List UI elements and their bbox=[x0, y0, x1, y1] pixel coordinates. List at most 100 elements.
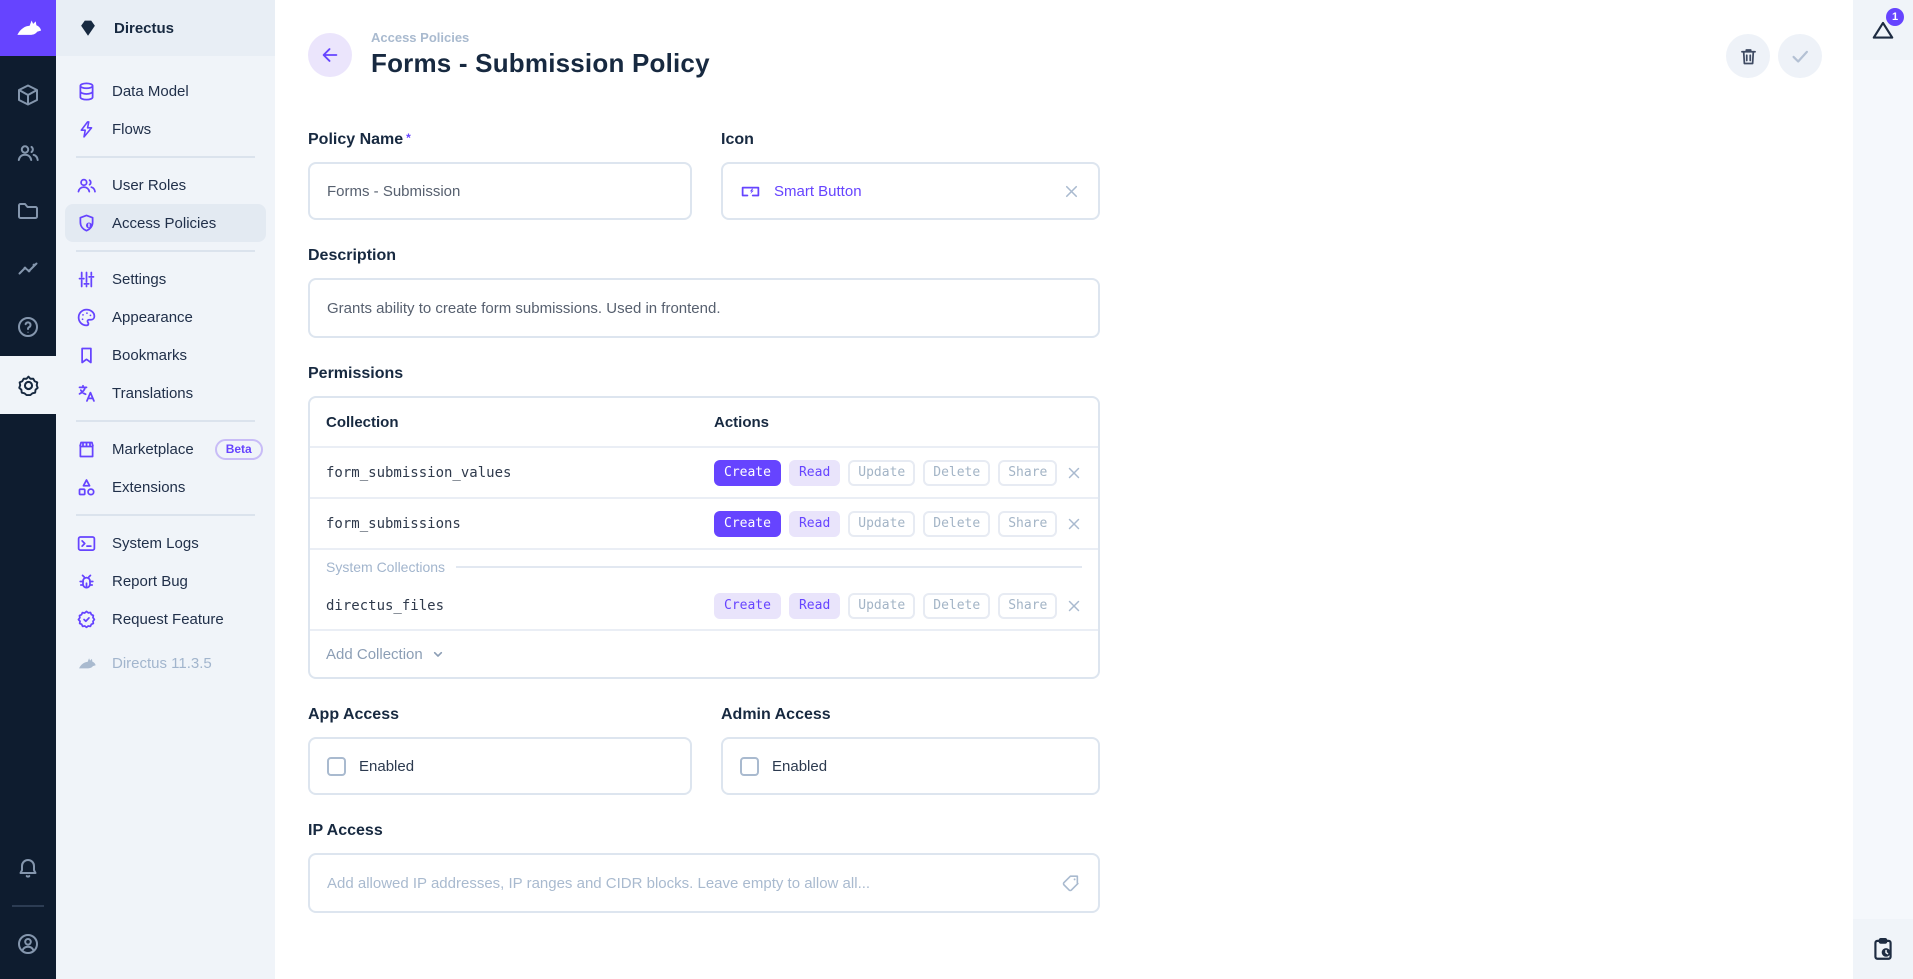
sidebar-item-bookmarks[interactable]: Bookmarks bbox=[65, 336, 266, 374]
nav-divider bbox=[76, 250, 255, 252]
admin-access-checkbox-field[interactable]: Enabled bbox=[721, 737, 1100, 795]
app-access-field: App Access Enabled bbox=[308, 706, 692, 795]
sidebar-item-translations[interactable]: Translations bbox=[65, 374, 266, 412]
description-input[interactable]: Grants ability to create form submission… bbox=[308, 278, 1100, 338]
pending-tasks-button[interactable] bbox=[1853, 919, 1913, 979]
folder-icon[interactable] bbox=[0, 182, 56, 240]
main-content: Access Policies Forms - Submission Polic… bbox=[275, 0, 1853, 979]
version-label: Directus 11.3.5 bbox=[112, 655, 212, 672]
account-icon[interactable] bbox=[0, 915, 56, 973]
insights-icon[interactable] bbox=[0, 240, 56, 298]
action-toggle-delete[interactable]: Delete bbox=[923, 460, 990, 486]
chevron-down-icon bbox=[430, 646, 446, 662]
directus-rabbit-small-icon bbox=[76, 653, 97, 674]
notifications-button[interactable]: 1 bbox=[1853, 0, 1913, 60]
back-button[interactable] bbox=[308, 33, 352, 77]
sidebar-item-access-policies[interactable]: Access Policies bbox=[65, 204, 266, 242]
sidebar-item-extensions[interactable]: Extensions bbox=[65, 468, 266, 506]
sidebar-item-label: Translations bbox=[112, 385, 193, 402]
sidebar-item-settings[interactable]: Settings bbox=[65, 260, 266, 298]
directus-rabbit-icon[interactable] bbox=[0, 0, 56, 56]
ip-access-input[interactable]: Add allowed IP addresses, IP ranges and … bbox=[308, 853, 1100, 913]
smart-button-icon bbox=[740, 181, 761, 202]
ip-access-label: IP Access bbox=[308, 822, 1100, 840]
sidebar-item-marketplace[interactable]: Marketplace Beta bbox=[65, 430, 266, 468]
help-icon[interactable] bbox=[0, 298, 56, 356]
action-toggle-update[interactable]: Update bbox=[848, 511, 915, 537]
notifications-count-badge: 1 bbox=[1886, 8, 1904, 26]
action-toggle-update[interactable]: Update bbox=[848, 460, 915, 486]
system-collections-divider: System Collections bbox=[310, 548, 1098, 583]
policy-form: Policy Name* Forms - Submission Icon Sma… bbox=[308, 131, 1100, 913]
sidebar-item-version[interactable]: Directus 11.3.5 bbox=[65, 644, 266, 682]
table-row: form_submission_values Create Read Updat… bbox=[310, 446, 1098, 497]
bell-icon[interactable] bbox=[0, 839, 56, 897]
app-access-checkbox-field[interactable]: Enabled bbox=[308, 737, 692, 795]
bug-icon bbox=[76, 571, 97, 592]
module-bar-divider bbox=[12, 905, 44, 907]
action-toggle-create[interactable]: Create bbox=[714, 460, 781, 486]
ip-access-field: IP Access Add allowed IP addresses, IP r… bbox=[308, 822, 1100, 913]
sidebar-item-system-logs[interactable]: System Logs bbox=[65, 524, 266, 562]
save-button[interactable] bbox=[1778, 34, 1822, 78]
action-toggle-share[interactable]: Share bbox=[998, 593, 1057, 619]
divider-line bbox=[456, 566, 1082, 568]
permissions-label: Permissions bbox=[308, 365, 1100, 383]
title-block: Access Policies Forms - Submission Polic… bbox=[371, 30, 710, 79]
sidebar-item-data-model[interactable]: Data Model bbox=[65, 72, 266, 110]
action-toggle-create[interactable]: Create bbox=[714, 511, 781, 537]
clipboard-clock-icon bbox=[1870, 936, 1896, 962]
sidebar-item-request-feature[interactable]: Request Feature bbox=[65, 600, 266, 638]
action-toggle-read[interactable]: Read bbox=[789, 511, 840, 537]
beta-badge: Beta bbox=[215, 439, 263, 460]
remove-collection-icon[interactable] bbox=[1065, 515, 1083, 533]
app-access-checkbox[interactable] bbox=[327, 757, 346, 776]
sidebar-item-label: Appearance bbox=[112, 309, 193, 326]
action-toggle-update[interactable]: Update bbox=[848, 593, 915, 619]
sidebar-item-label: User Roles bbox=[112, 177, 186, 194]
app-access-checkbox-label: Enabled bbox=[359, 758, 414, 775]
admin-access-checkbox-label: Enabled bbox=[772, 758, 827, 775]
gear-icon[interactable] bbox=[0, 356, 56, 414]
app-access-label: App Access bbox=[308, 706, 692, 724]
arrow-left-icon bbox=[319, 44, 341, 66]
icon-input[interactable]: Smart Button bbox=[721, 162, 1100, 220]
project-header[interactable]: Directus bbox=[56, 0, 275, 56]
collection-name: directus_files bbox=[326, 598, 714, 614]
collection-name: form_submission_values bbox=[326, 465, 714, 481]
admin-access-checkbox[interactable] bbox=[740, 757, 759, 776]
permissions-table-header: Collection Actions bbox=[310, 398, 1098, 446]
add-collection-button[interactable]: Add Collection bbox=[310, 629, 1098, 677]
cube-icon[interactable] bbox=[0, 66, 56, 124]
module-list bbox=[0, 66, 56, 414]
action-toggle-share[interactable]: Share bbox=[998, 460, 1057, 486]
nav-list: Data Model Flows User Roles Access Polic… bbox=[56, 56, 275, 682]
action-toggle-read[interactable]: Read bbox=[789, 593, 840, 619]
breadcrumb[interactable]: Access Policies bbox=[371, 30, 710, 45]
module-bar-bottom bbox=[0, 839, 56, 979]
remove-collection-icon[interactable] bbox=[1065, 597, 1083, 615]
sidebar-item-label: System Logs bbox=[112, 535, 199, 552]
close-icon[interactable] bbox=[1062, 182, 1081, 201]
action-toggle-delete[interactable]: Delete bbox=[923, 511, 990, 537]
sidebar-item-report-bug[interactable]: Report Bug bbox=[65, 562, 266, 600]
sidebar-item-label: Settings bbox=[112, 271, 166, 288]
ip-access-placeholder: Add allowed IP addresses, IP ranges and … bbox=[327, 875, 870, 892]
action-toggle-create[interactable]: Create bbox=[714, 593, 781, 619]
sidebar-item-appearance[interactable]: Appearance bbox=[65, 298, 266, 336]
action-toggle-share[interactable]: Share bbox=[998, 511, 1057, 537]
right-sidebar: 1 bbox=[1853, 0, 1913, 979]
add-collection-label: Add Collection bbox=[326, 646, 423, 663]
delete-button[interactable] bbox=[1726, 34, 1770, 78]
sidebar-item-user-roles[interactable]: User Roles bbox=[65, 166, 266, 204]
action-toggle-read[interactable]: Read bbox=[789, 460, 840, 486]
users-icon[interactable] bbox=[0, 124, 56, 182]
user-roles-icon bbox=[76, 175, 97, 196]
sidebar-item-flows[interactable]: Flows bbox=[65, 110, 266, 148]
action-toggle-delete[interactable]: Delete bbox=[923, 593, 990, 619]
policy-name-input[interactable]: Forms - Submission bbox=[308, 162, 692, 220]
remove-collection-icon[interactable] bbox=[1065, 464, 1083, 482]
nav-divider bbox=[76, 514, 255, 516]
sidebar-item-label: Bookmarks bbox=[112, 347, 187, 364]
description-value: Grants ability to create form submission… bbox=[327, 300, 721, 317]
